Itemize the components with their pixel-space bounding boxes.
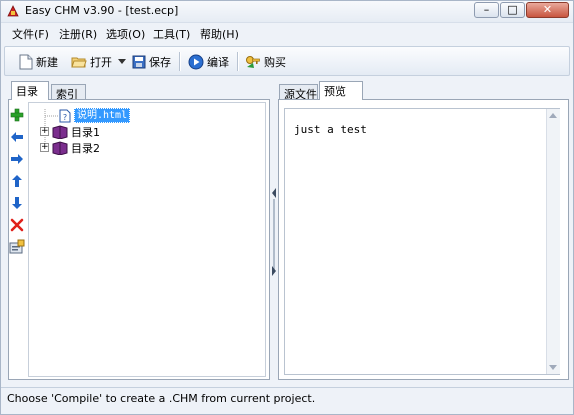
compile-button[interactable]: 编译 [188,52,229,72]
tree-item-label: 说明.html [74,108,131,123]
buy-label: 购买 [264,56,286,69]
move-down-icon[interactable] [9,195,25,211]
menu-tools[interactable]: 工具(T) [153,26,190,42]
menu-register[interactable]: 注册(R) [59,26,97,42]
new-button[interactable]: 新建 [19,52,58,72]
buy-key-icon [246,56,260,68]
minimize-button[interactable]: – [474,2,499,18]
move-up-icon[interactable] [9,173,25,189]
close-button[interactable]: ✕ [526,2,569,18]
title-bar: Easy CHM v3.90 - [test.ecp] – □ ✕ [1,1,573,23]
tree-item[interactable]: ? 说明.html [59,108,131,123]
minimize-icon: – [483,3,490,16]
window-controls: – □ ✕ [473,2,569,19]
move-left-icon[interactable] [9,129,25,145]
splitter-grip-icon [272,188,276,276]
toolbar-separator [237,52,238,71]
preview-area[interactable]: just a test [284,108,560,375]
menu-help[interactable]: 帮助(H) [200,26,239,42]
app-window: Easy CHM v3.90 - [test.ecp] – □ ✕ 文件(F) … [0,0,574,415]
book-icon [52,140,68,155]
open-folder-icon [71,57,87,68]
save-label: 保存 [149,56,171,69]
move-right-icon[interactable] [9,151,25,167]
svg-text:?: ? [63,113,67,122]
save-button[interactable]: 保存 [132,52,171,72]
open-label: 打开 [90,56,112,69]
tree-item-label: 目录2 [71,141,100,155]
tree-item[interactable]: + 目录2 [40,140,100,155]
window-title: Easy CHM v3.90 - [test.ecp] [25,4,179,17]
menu-file[interactable]: 文件(F) [12,26,49,42]
expand-icon[interactable]: + [40,143,49,152]
tab-contents[interactable]: 目录 [11,81,49,100]
compile-label: 编译 [207,56,229,69]
tree-item-label: 目录1 [71,125,100,139]
maximize-icon: □ [507,3,518,16]
expand-icon[interactable]: + [40,127,49,136]
menu-bar: 文件(F) 注册(R) 选项(O) 工具(T) 帮助(H) [1,23,573,43]
scroll-down-icon[interactable] [549,365,557,371]
toolbar-separator [179,52,180,71]
compile-play-icon [188,54,204,70]
new-file-icon [19,54,33,70]
panel-splitter[interactable] [270,99,278,380]
toolbar: 新建 打开 保存 编译 购买 [4,46,570,76]
add-icon[interactable] [9,107,25,123]
properties-icon[interactable] [9,239,25,255]
menu-options[interactable]: 选项(O) [106,26,145,42]
save-disk-icon [132,55,146,69]
delete-icon[interactable] [9,217,25,233]
maximize-button[interactable]: □ [500,2,525,18]
preview-text: just a test [294,123,367,136]
html-page-icon: ? [59,109,71,122]
scroll-up-icon[interactable] [549,112,557,118]
open-button[interactable]: 打开 [71,52,112,72]
contents-tree[interactable]: ? 说明.html + 目录1 + 目录2 [28,102,266,377]
close-icon: ✕ [542,3,553,16]
open-dropdown-arrow-icon[interactable] [118,59,126,64]
book-icon [52,124,68,139]
status-bar: Choose 'Compile' to create a .CHM from c… [1,387,573,410]
preview-scrollbar[interactable] [546,109,560,374]
status-text: Choose 'Compile' to create a .CHM from c… [7,392,316,405]
buy-button[interactable]: 购买 [245,52,286,72]
tree-item[interactable]: + 目录1 [40,124,100,139]
app-icon [7,5,19,17]
tab-preview[interactable]: 预览 [319,81,363,100]
new-label: 新建 [36,56,58,69]
